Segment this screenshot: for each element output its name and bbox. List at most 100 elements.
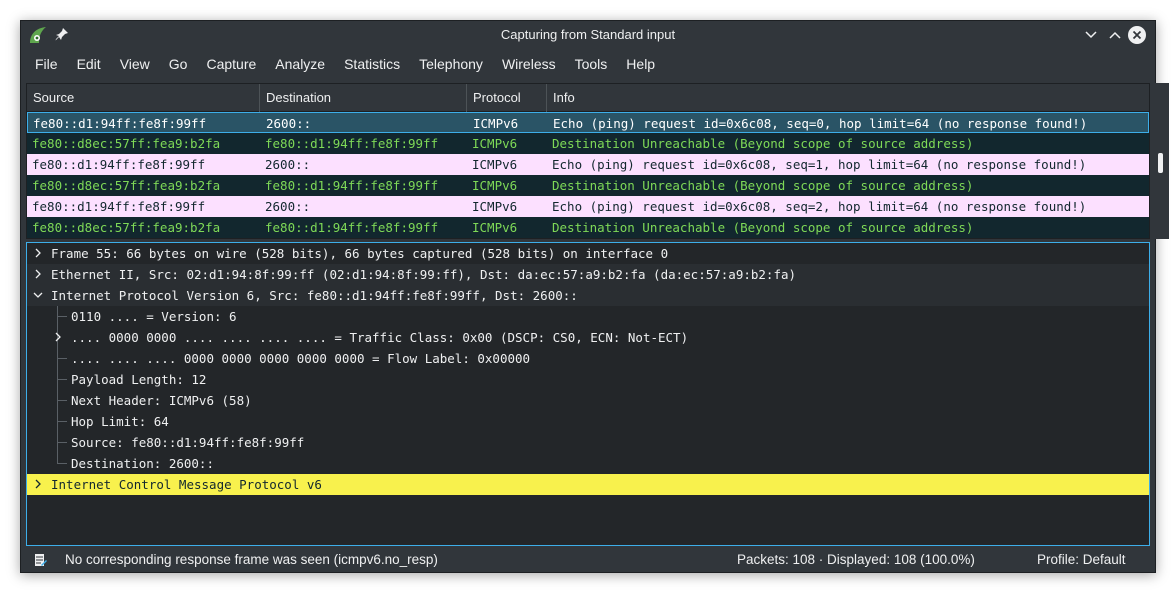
maximize-button[interactable] [1105,25,1125,45]
menu-analyze[interactable]: Analyze [267,52,333,76]
tree-guide-line [57,358,67,359]
title-bar: Capturing from Standard input [21,21,1155,49]
packet-info: Destination Unreachable (Beyond scope of… [552,220,974,235]
packet-list[interactable]: Source Destination Protocol Info fe80::d… [26,83,1150,239]
tree-guide-line [57,463,67,464]
tree-item-icmpv6[interactable]: Internet Control Message Protocol v6 [27,474,1149,495]
packet-protocol: ICMPv6 [472,220,518,235]
tree-item-label: .... 0000 0000 .... .... .... .... = Tra… [71,330,689,345]
menu-help[interactable]: Help [618,52,663,76]
packet-row[interactable]: fe80::d1:94ff:fe8f:99ff 2600:: ICMPv6 Ec… [27,154,1149,175]
packet-source: fe80::d8ec:57ff:fea9:b2fa [32,136,221,151]
chevron-right-icon[interactable] [33,479,43,489]
menu-capture[interactable]: Capture [198,52,264,76]
tree-item-label: Internet Control Message Protocol v6 [51,477,322,492]
tree-item-label: .... .... .... 0000 0000 0000 0000 0000 … [71,351,531,366]
tree-guide-line [57,442,67,443]
tree-item-label: Payload Length: 12 [71,372,207,387]
close-icon [1132,30,1142,40]
packet-source: fe80::d8ec:57ff:fea9:b2fa [32,220,221,235]
packet-protocol: ICMPv6 [472,136,518,151]
status-message: No corresponding response frame was seen… [65,552,438,567]
packet-destination: 2600:: [266,116,312,131]
tree-item-label: Ethernet II, Src: 02:d1:94:8f:99:ff (02:… [51,267,797,282]
close-button[interactable] [1128,26,1146,44]
packet-destination: fe80::d1:94ff:fe8f:99ff [265,136,439,151]
packet-row[interactable]: fe80::d8ec:57ff:fea9:b2fa fe80::d1:94ff:… [27,133,1149,154]
packet-info: Echo (ping) request id=0x6c08, seq=2, ho… [552,199,1087,214]
column-header-destination[interactable]: Destination [260,84,467,112]
packet-source: fe80::d1:94ff:fe8f:99ff [32,199,206,214]
main-window: Capturing from Standard input File Edit … [20,20,1169,574]
menu-wireless[interactable]: Wireless [494,52,564,76]
chevron-right-icon[interactable] [33,269,43,279]
packet-info: Echo (ping) request id=0x6c08, seq=1, ho… [552,157,1087,172]
chevron-right-icon[interactable] [33,248,43,258]
tree-item-frame[interactable]: Frame 55: 66 bytes on wire (528 bits), 6… [27,243,1149,264]
tree-item-label: Destination: 2600:: [71,456,214,471]
packet-row[interactable]: fe80::d8ec:57ff:fea9:b2fa fe80::d1:94ff:… [27,217,1149,238]
packet-row[interactable]: fe80::d8ec:57ff:fea9:b2fa fe80::d1:94ff:… [27,175,1149,196]
tree-item-traffic-class[interactable]: .... 0000 0000 .... .... .... .... = Tra… [27,327,1149,348]
tree-item-ipv6[interactable]: Internet Protocol Version 6, Src: fe80::… [27,285,1149,306]
packet-source: fe80::d8ec:57ff:fea9:b2fa [32,178,221,193]
packet-details-tree[interactable]: Frame 55: 66 bytes on wire (528 bits), 6… [26,242,1150,546]
packet-list-header: Source Destination Protocol Info [27,84,1149,112]
tree-item-destination[interactable]: Destination: 2600:: [27,453,1149,474]
packet-protocol: ICMPv6 [473,116,519,131]
tree-item-next-header[interactable]: Next Header: ICMPv6 (58) [27,390,1149,411]
tree-item-label: Source: fe80::d1:94ff:fe8f:99ff [71,435,305,450]
expert-info-icon[interactable] [34,553,47,567]
tree-item-label: Frame 55: 66 bytes on wire (528 bits), 6… [51,246,669,261]
packet-destination: fe80::d1:94ff:fe8f:99ff [265,178,439,193]
menu-edit[interactable]: Edit [69,52,109,76]
tree-item-source[interactable]: Source: fe80::d1:94ff:fe8f:99ff [27,432,1149,453]
scrollbar-thumb[interactable] [1158,153,1163,173]
tree-item-ethernet[interactable]: Ethernet II, Src: 02:d1:94:8f:99:ff (02:… [27,264,1149,285]
tree-guide-line [57,316,67,317]
tree-item-label: Hop Limit: 64 [71,414,169,429]
menu-file[interactable]: File [27,52,66,76]
menu-telephony[interactable]: Telephony [411,52,491,76]
packet-row[interactable]: fe80::d1:94ff:fe8f:99ff 2600:: ICMPv6 Ec… [27,196,1149,217]
packet-protocol: ICMPv6 [472,199,518,214]
chevron-up-icon [1109,31,1121,39]
packet-source: fe80::d1:94ff:fe8f:99ff [32,157,206,172]
menu-bar: File Edit View Go Capture Analyze Statis… [21,49,1155,79]
menu-go[interactable]: Go [161,52,196,76]
chevron-down-icon [1085,31,1097,39]
packet-destination: 2600:: [265,199,311,214]
packet-protocol: ICMPv6 [472,157,518,172]
status-packet-count: Packets: 108 · Displayed: 108 (100.0%) [737,552,975,567]
menu-view[interactable]: View [112,52,158,76]
packet-info: Echo (ping) request id=0x6c08, seq=0, ho… [553,116,1088,131]
packet-protocol: ICMPv6 [472,178,518,193]
tree-guide-line [57,379,67,380]
minimize-button[interactable] [1081,25,1101,45]
status-bar: No corresponding response frame was seen… [21,547,1155,574]
column-header-protocol[interactable]: Protocol [467,84,547,112]
column-header-source[interactable]: Source [27,84,260,112]
packet-list-scrollbar[interactable] [1152,83,1169,239]
status-profile[interactable]: Profile: Default [1037,552,1126,567]
tree-item-hop-limit[interactable]: Hop Limit: 64 [27,411,1149,432]
tree-item-payload-length[interactable]: Payload Length: 12 [27,369,1149,390]
packet-info: Destination Unreachable (Beyond scope of… [552,178,974,193]
tree-guide-line [57,421,67,422]
tree-guide-line [57,400,67,401]
menu-statistics[interactable]: Statistics [336,52,408,76]
packet-row[interactable]: fe80::d1:94ff:fe8f:99ff 2600:: ICMPv6 Ec… [27,112,1149,133]
packet-destination: 2600:: [265,157,311,172]
menu-tools[interactable]: Tools [567,52,616,76]
column-header-info[interactable]: Info [547,84,1132,112]
packet-info: Destination Unreachable (Beyond scope of… [552,136,974,151]
packet-source: fe80::d1:94ff:fe8f:99ff [33,116,207,131]
tree-item-label: Internet Protocol Version 6, Src: fe80::… [51,288,578,303]
tree-item-label: 0110 .... = Version: 6 [71,309,237,324]
tree-item-version[interactable]: 0110 .... = Version: 6 [27,306,1149,327]
packet-destination: fe80::d1:94ff:fe8f:99ff [265,220,439,235]
tree-item-label: Next Header: ICMPv6 (58) [71,393,252,408]
tree-item-flow-label[interactable]: .... .... .... 0000 0000 0000 0000 0000 … [27,348,1149,369]
chevron-right-icon[interactable] [53,332,63,342]
chevron-down-icon[interactable] [33,290,43,300]
